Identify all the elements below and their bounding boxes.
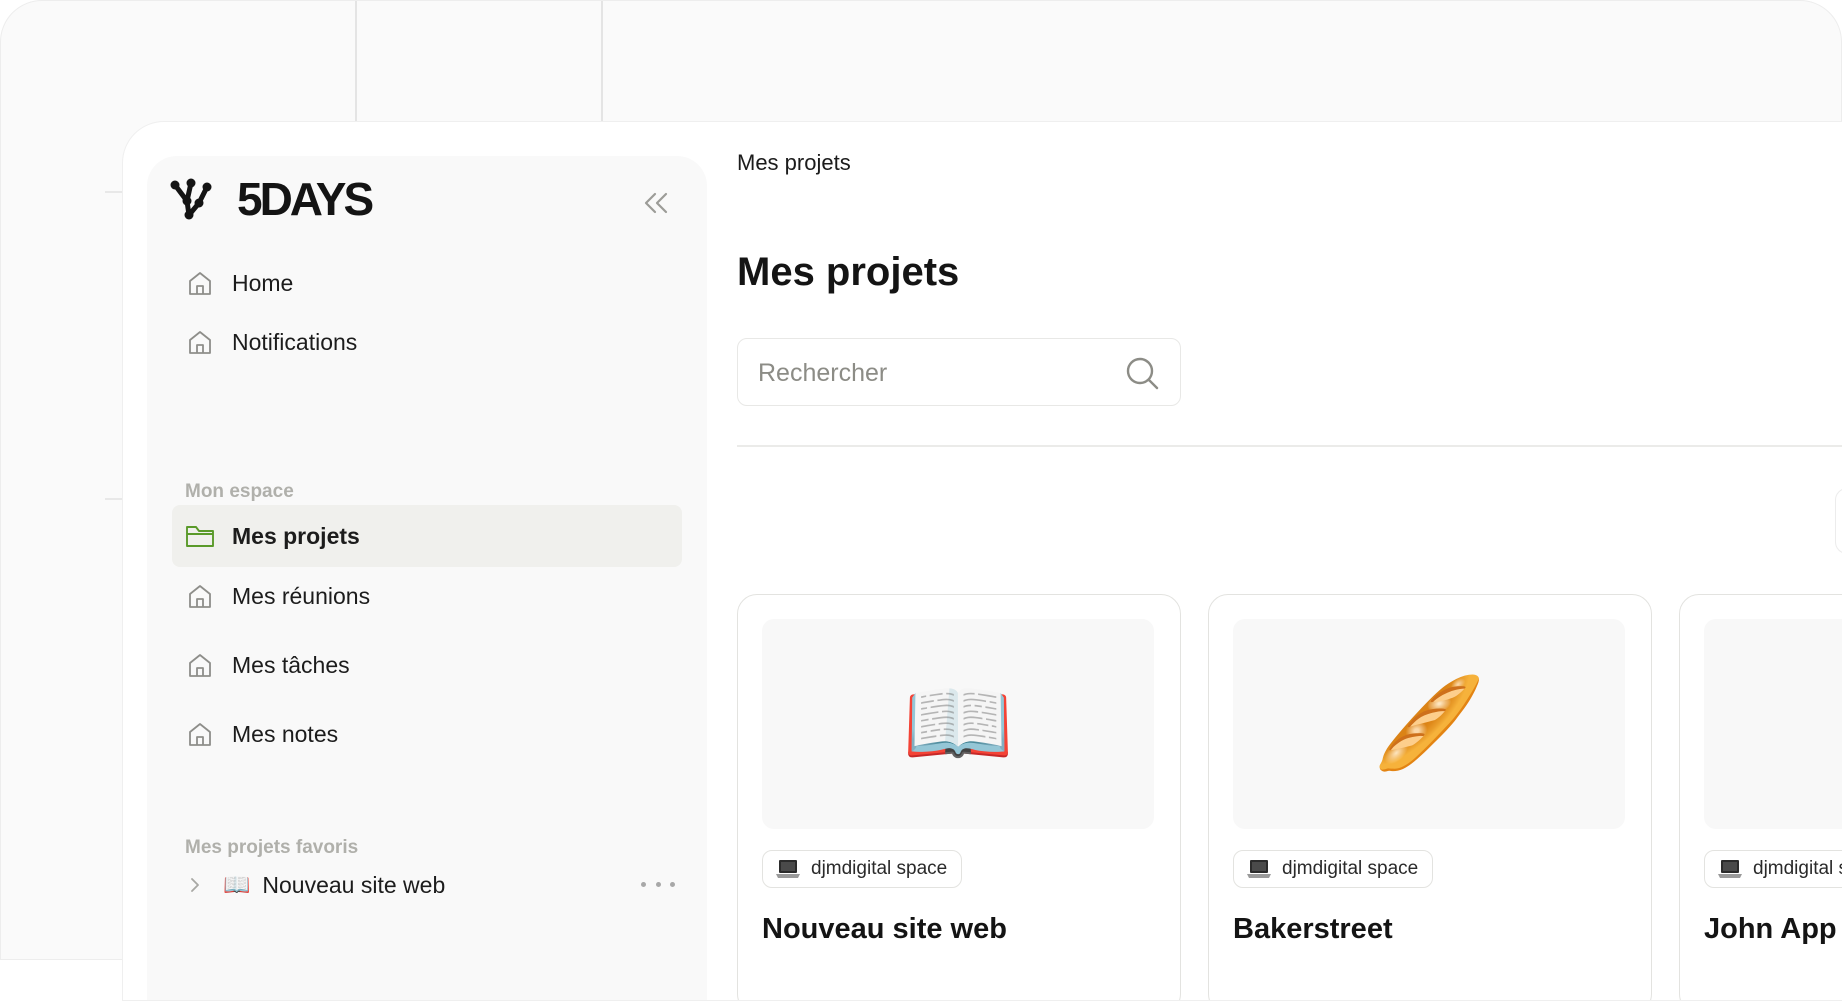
bread-emoji-icon: 🥖 [1372, 674, 1486, 774]
home-icon [184, 718, 216, 750]
laptop-icon [1718, 860, 1742, 878]
workspace-name: djmdigital space [811, 858, 948, 879]
folder-icon [184, 520, 216, 552]
search-input[interactable] [756, 339, 1120, 407]
nav-item-tasks[interactable]: Mes tâches [172, 634, 682, 696]
project-title: Nouveau site web [762, 913, 1007, 945]
sidebar: 5DAYS Home Notifications Mon espace Mes … [147, 156, 707, 1000]
favorite-label: Nouveau site web [262, 871, 446, 898]
workspace-badge: djmdigital space [1704, 850, 1842, 888]
laptop-icon [776, 860, 800, 878]
nav-item-meetings[interactable]: Mes réunions [172, 565, 682, 627]
nav-item-projects[interactable]: Mes projets [172, 505, 682, 567]
project-cover: 🥖 [1233, 619, 1625, 829]
workspace-name: djmdigital space [1282, 858, 1419, 879]
nav-label: Home [232, 269, 294, 296]
project-card[interactable]: 🥖 djmdigital space Bakerstreet [1208, 594, 1652, 1000]
project-title: John App [1704, 913, 1837, 945]
app-window: 5DAYS Home Notifications Mon espace Mes … [122, 121, 1842, 1001]
book-emoji-icon: 📖 [901, 674, 1015, 774]
nav-label: Mes réunions [232, 582, 371, 609]
workspace-badge: djmdigital space [762, 850, 963, 888]
project-title: Bakerstreet [1233, 913, 1393, 945]
backdrop-gridline [601, 1, 603, 121]
workspace-badge: djmdigital space [1233, 850, 1434, 888]
page-title: Mes projets [737, 250, 960, 294]
brand-logo[interactable]: 5DAYS [169, 173, 374, 225]
project-cover: 📖 [762, 619, 1154, 829]
section-label-space: Mon espace [185, 481, 294, 502]
collapse-sidebar-button[interactable] [639, 186, 673, 220]
main-content: Mes projets Mes projets 📖 djmdigital spa [735, 122, 1842, 1000]
nav-item-notes[interactable]: Mes notes [172, 703, 682, 765]
nav-label: Mes notes [232, 720, 339, 747]
backdrop-gridline [355, 1, 357, 121]
divider [737, 445, 1842, 447]
nav-item-home[interactable]: Home [172, 252, 682, 314]
breadcrumb[interactable]: Mes projets [737, 150, 851, 176]
laptop-icon [1247, 860, 1271, 878]
brand-name: 5DAYS [237, 173, 374, 225]
nav-item-notifications[interactable]: Notifications [172, 311, 682, 373]
section-label-favorites: Mes projets favoris [185, 837, 359, 858]
search-box [737, 338, 1181, 407]
logo-mark-icon [170, 178, 212, 220]
more-options-icon[interactable] [641, 874, 675, 894]
book-emoji-icon: 📖 [223, 872, 251, 897]
project-card[interactable]: djmdigital space John App [1679, 594, 1842, 1000]
project-card[interactable]: 📖 djmdigital space Nouveau site web [737, 594, 1181, 1000]
home-icon [184, 326, 216, 358]
nav-label: Notifications [232, 328, 358, 355]
search-icon[interactable] [1124, 355, 1160, 391]
workspace-name: djmdigital space [1753, 858, 1842, 879]
home-icon [184, 267, 216, 299]
favorite-project-item[interactable]: 📖 Nouveau site web [185, 862, 675, 908]
nav-label: Mes tâches [232, 651, 350, 678]
home-icon [184, 580, 216, 612]
chevron-double-left-icon [644, 192, 668, 214]
edge-panel-handle[interactable] [1835, 488, 1842, 554]
chevron-right-icon[interactable] [185, 875, 205, 895]
project-cover [1704, 619, 1842, 829]
home-icon [184, 649, 216, 681]
nav-label: Mes projets [232, 522, 360, 549]
